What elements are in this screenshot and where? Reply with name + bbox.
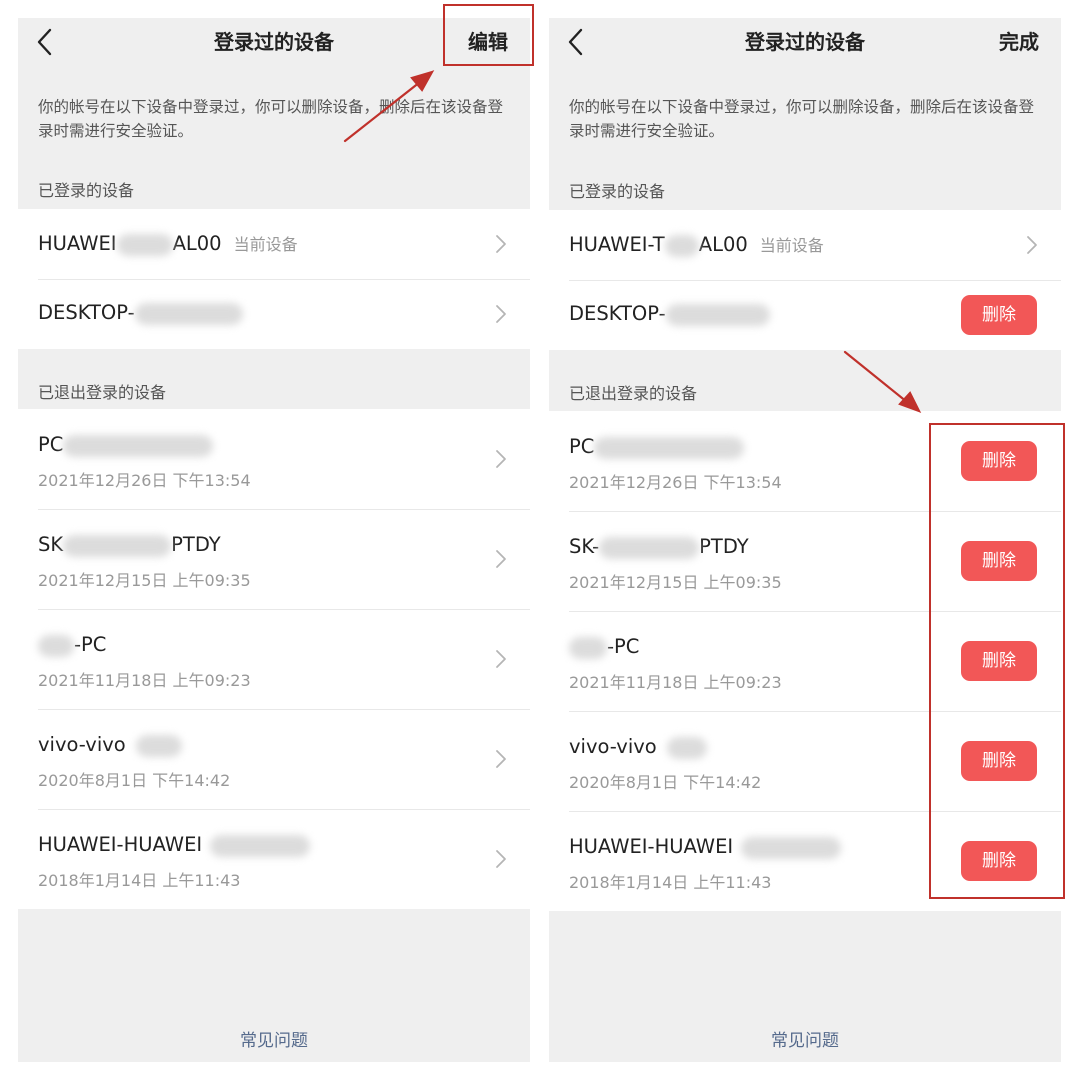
annotation-arrow — [843, 350, 922, 413]
annotation-arrow — [343, 70, 435, 143]
annotation-overlay — [343, 70, 922, 413]
